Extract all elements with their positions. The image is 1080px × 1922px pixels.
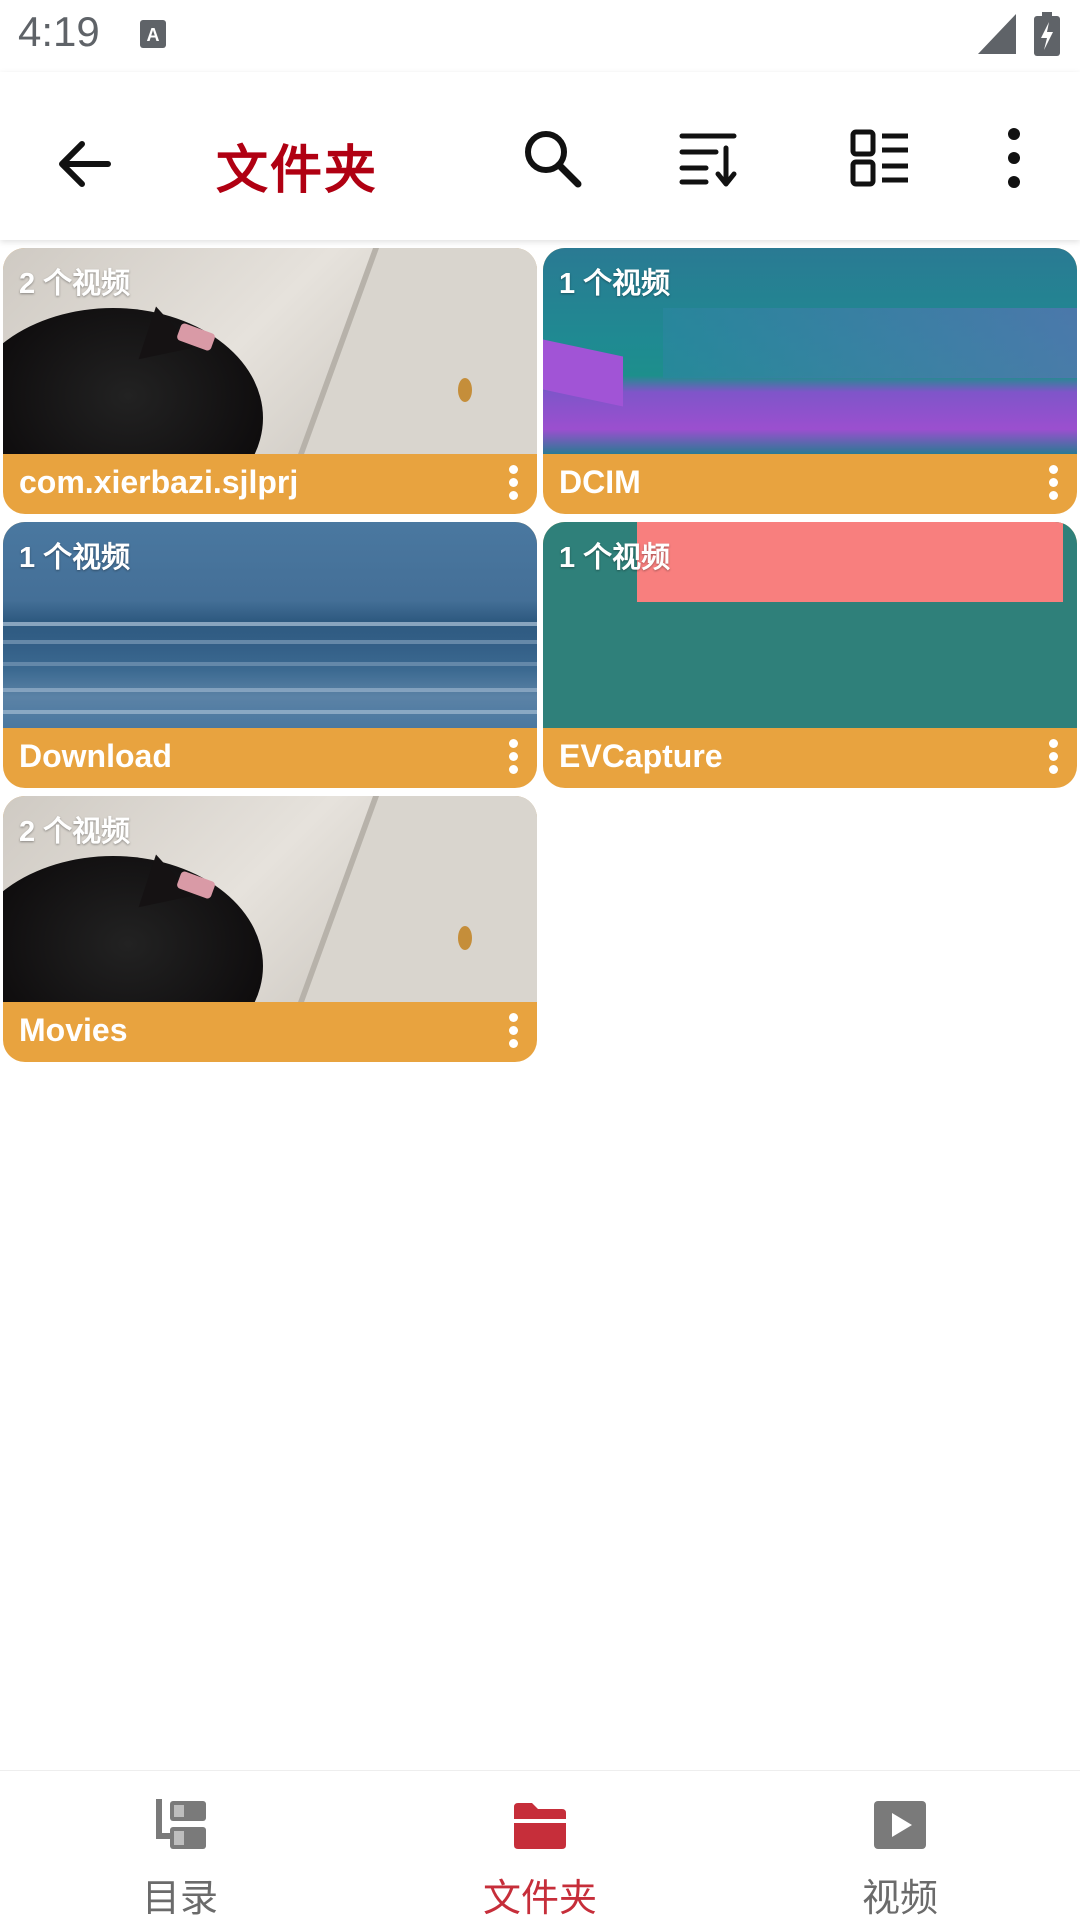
- folder-card[interactable]: 1 个视频 EVCapture: [543, 522, 1077, 788]
- folder-card[interactable]: 1 个视频 DCIM: [543, 248, 1077, 514]
- nav-item-directory[interactable]: 目录: [0, 1771, 360, 1921]
- bottom-navigation: 目录 文件夹 视频: [0, 1770, 1080, 1921]
- folder-label-bar: Movies: [3, 1002, 537, 1062]
- sort-icon[interactable]: [676, 126, 740, 190]
- more-vert-icon[interactable]: [1043, 736, 1063, 782]
- video-count: 1 个视频: [19, 542, 131, 574]
- more-vert-icon[interactable]: [503, 462, 523, 508]
- battery-charging-icon: [1034, 12, 1060, 56]
- folder-icon: [514, 1803, 566, 1849]
- folder-name: Download: [19, 738, 172, 774]
- nav-label-directory: 目录: [141, 1878, 218, 1920]
- status-time: 4:19: [18, 8, 100, 55]
- nav-item-folders[interactable]: 文件夹: [360, 1771, 720, 1921]
- folder-label-bar: DCIM: [543, 454, 1077, 514]
- nav-label-videos: 视频: [861, 1878, 938, 1920]
- signal-icon: [978, 14, 1016, 54]
- video-count: 2 个视频: [19, 268, 131, 300]
- more-vert-icon[interactable]: [1043, 462, 1063, 508]
- folder-name: EVCapture: [559, 738, 723, 774]
- more-vert-icon[interactable]: [503, 1010, 523, 1056]
- folder-name: DCIM: [559, 464, 641, 500]
- back-arrow-icon[interactable]: [48, 128, 120, 200]
- app-bar: 文件夹: [0, 72, 1080, 240]
- folder-label-bar: com.xierbazi.sjlprj: [3, 454, 537, 514]
- folder-card[interactable]: 2 个视频 com.xierbazi.sjlprj: [3, 248, 537, 514]
- video-count: 1 个视频: [559, 268, 671, 300]
- more-vert-icon[interactable]: [503, 736, 523, 782]
- search-icon[interactable]: [520, 126, 584, 190]
- more-vert-icon[interactable]: [982, 126, 1046, 190]
- folder-name: com.xierbazi.sjlprj: [19, 464, 299, 500]
- folder-name: Movies: [19, 1012, 128, 1048]
- page-title: 文件夹: [216, 142, 379, 200]
- folder-card[interactable]: 2 个视频 Movies: [3, 796, 537, 1062]
- folder-card[interactable]: 1 个视频 Download: [3, 522, 537, 788]
- svg-text:A: A: [147, 25, 160, 45]
- folder-label-bar: Download: [3, 728, 537, 788]
- video-play-icon: [874, 1801, 926, 1849]
- folder-label-bar: EVCapture: [543, 728, 1077, 788]
- status-bar: 4:19 A: [0, 0, 1080, 72]
- keyboard-a-icon: A: [140, 20, 166, 48]
- directory-tree-icon: [156, 1799, 206, 1849]
- nav-label-folders: 文件夹: [482, 1878, 597, 1920]
- grid-layout-icon[interactable]: [848, 126, 912, 190]
- video-count: 2 个视频: [19, 816, 131, 848]
- nav-item-videos[interactable]: 视频: [720, 1771, 1080, 1921]
- video-count: 1 个视频: [559, 542, 671, 574]
